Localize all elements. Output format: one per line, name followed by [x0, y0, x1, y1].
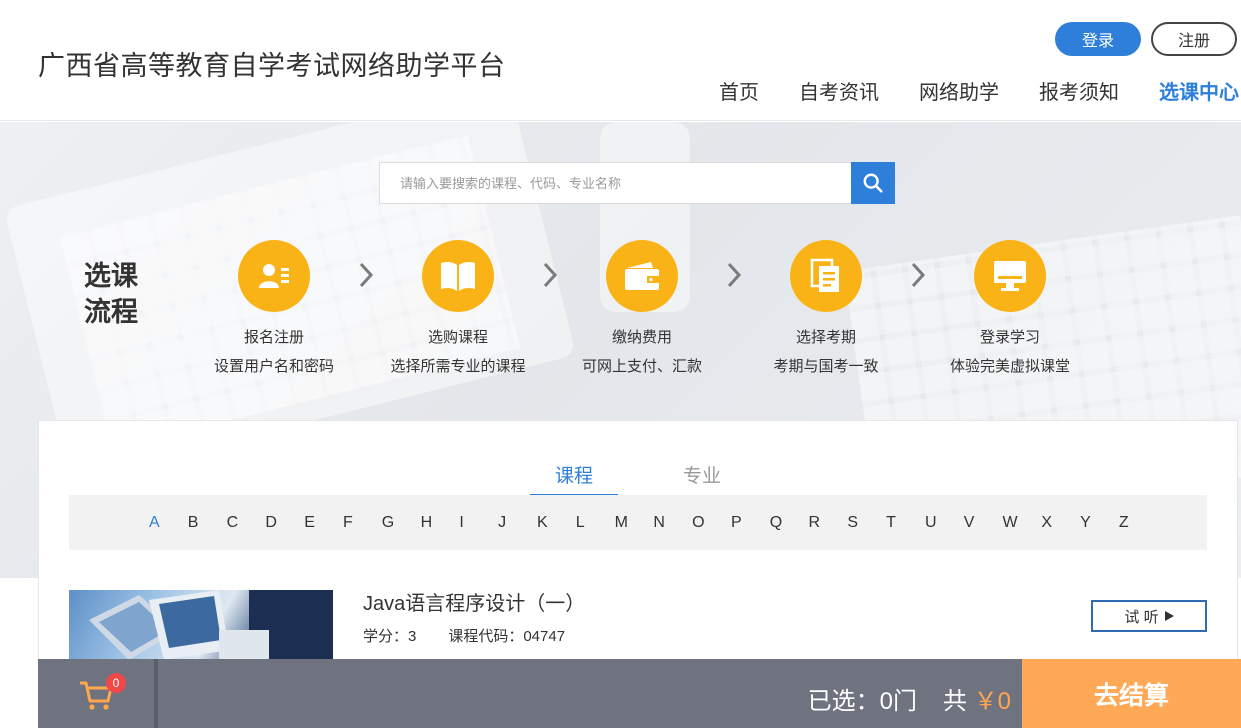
checkout-button[interactable]: 去结算	[1022, 659, 1241, 728]
alphabet-letter-n[interactable]: N	[653, 514, 692, 532]
book-icon	[441, 261, 475, 291]
alphabet-letter-v[interactable]: V	[964, 514, 1003, 532]
site-header: 广西省高等教育自学考试网络助学平台 登录 注册 首页 自考资讯 网络助学 报考须…	[0, 0, 1241, 121]
step-title: 登录学习	[979, 329, 1040, 346]
alphabet-letter-t[interactable]: T	[886, 514, 925, 532]
nav-news[interactable]: 自考资讯	[799, 76, 879, 105]
login-button[interactable]: 登录	[1055, 22, 1141, 56]
alphabet-letter-w[interactable]: W	[1003, 514, 1042, 532]
flow-step-buy-course: 选购课程 选择所需专业的课程	[368, 240, 548, 376]
alphabet-letter-l[interactable]: L	[576, 514, 615, 532]
step-title: 选购课程	[427, 329, 488, 346]
alphabet-letter-g[interactable]: G	[382, 514, 421, 532]
alphabet-letter-a[interactable]: A	[149, 514, 188, 532]
alphabet-letter-b[interactable]: B	[188, 514, 227, 532]
cart-count-badge: 0	[106, 673, 126, 693]
flow-step-login-study: 登录学习 体验完美虚拟课堂	[920, 240, 1100, 376]
alphabet-letter-f[interactable]: F	[343, 514, 382, 532]
alphabet-letter-s[interactable]: S	[847, 514, 886, 532]
monitor-icon	[994, 261, 1026, 291]
trial-listen-button[interactable]: 试 听	[1091, 600, 1207, 632]
play-icon	[1164, 611, 1174, 621]
trial-listen-label: 试 听	[1124, 608, 1159, 626]
course-credit: 学分：3	[363, 628, 417, 645]
alphabet-letter-r[interactable]: R	[809, 514, 848, 532]
alphabet-letter-k[interactable]: K	[537, 514, 576, 532]
nav-home[interactable]: 首页	[719, 76, 759, 105]
step-title: 缴纳费用	[611, 329, 672, 346]
laptop-photo-icon	[89, 590, 333, 660]
total-price: ￥0	[973, 688, 1011, 715]
alphabet-letter-p[interactable]: P	[731, 514, 770, 532]
alphabet-letter-o[interactable]: O	[692, 514, 731, 532]
selected-count: 已选：0门	[807, 688, 917, 715]
search-input[interactable]	[379, 162, 851, 204]
nav-online-study[interactable]: 网络助学	[919, 76, 999, 105]
step-desc: 体验完美虚拟课堂	[949, 358, 1070, 375]
alphabet-letter-i[interactable]: I	[459, 514, 498, 532]
alphabet-letter-d[interactable]: D	[265, 514, 304, 532]
register-button[interactable]: 注册	[1151, 22, 1237, 56]
search-bar	[379, 162, 895, 204]
step-circle	[974, 240, 1046, 312]
alphabet-letter-u[interactable]: U	[925, 514, 964, 532]
step-title: 选择考期	[795, 329, 856, 346]
search-button[interactable]	[851, 162, 895, 204]
alphabet-letter-y[interactable]: Y	[1080, 514, 1119, 532]
main-nav: 首页 自考资讯 网络助学 报考须知 选课中心	[719, 76, 1239, 105]
course-thumbnail[interactable]	[69, 590, 333, 660]
total-label: 共	[942, 688, 967, 715]
cart-button[interactable]: 0	[38, 659, 158, 728]
step-desc: 选择所需专业的课程	[390, 358, 526, 375]
nav-exam-notice[interactable]: 报考须知	[1039, 76, 1119, 105]
course-code: 课程代码：04747	[448, 628, 566, 645]
step-desc: 可网上支付、汇款	[581, 358, 702, 375]
tab-bar: 课程 专业	[530, 461, 786, 497]
cart-summary: 已选：0门 共 ￥0	[808, 681, 1011, 716]
step-circle	[422, 240, 494, 312]
flow-step-pay: 缴纳费用 可网上支付、汇款	[552, 240, 732, 376]
flow-step-register: 报名注册 设置用户名和密码	[184, 240, 364, 376]
flow-label: 选课 流程	[84, 261, 138, 327]
step-circle	[606, 240, 678, 312]
search-icon	[863, 173, 883, 193]
total-amount: 共 ￥0	[943, 681, 1011, 716]
site-title: 广西省高等教育自学考试网络助学平台	[38, 51, 506, 81]
flow-step-exam-period: 选择考期 考期与国考一致	[736, 240, 916, 376]
alphabet-letter-x[interactable]: X	[1041, 514, 1080, 532]
user-card-icon	[259, 264, 289, 288]
auth-buttons: 登录 注册	[1055, 22, 1237, 56]
document-icon	[810, 258, 839, 292]
alphabet-letter-m[interactable]: M	[615, 514, 654, 532]
course-title[interactable]: Java语言程序设计（一）	[363, 587, 585, 616]
alphabet-letter-e[interactable]: E	[304, 514, 343, 532]
alphabet-letter-q[interactable]: Q	[770, 514, 809, 532]
step-desc: 考期与国考一致	[773, 358, 879, 375]
step-title: 报名注册	[243, 329, 304, 346]
step-desc: 设置用户名和密码	[213, 358, 334, 375]
alphabet-letter-z[interactable]: Z	[1119, 514, 1158, 532]
nav-course-center[interactable]: 选课中心	[1159, 76, 1239, 105]
course-meta: 学分：3 课程代码：04747	[363, 625, 565, 646]
alphabet-letter-c[interactable]: C	[227, 514, 266, 532]
alphabet-letter-j[interactable]: J	[498, 514, 537, 532]
tab-course[interactable]: 课程	[530, 461, 618, 497]
tab-major[interactable]: 专业	[658, 461, 746, 497]
alphabet-filter: ABCDEFGHIJKLMNOPQRSTUVWXYZ	[69, 495, 1207, 550]
alphabet-letter-h[interactable]: H	[421, 514, 460, 532]
step-circle	[790, 240, 862, 312]
step-circle	[238, 240, 310, 312]
cart-bar: 0 已选：0门 共 ￥0 去结算	[38, 659, 1241, 728]
wallet-icon	[625, 262, 659, 290]
